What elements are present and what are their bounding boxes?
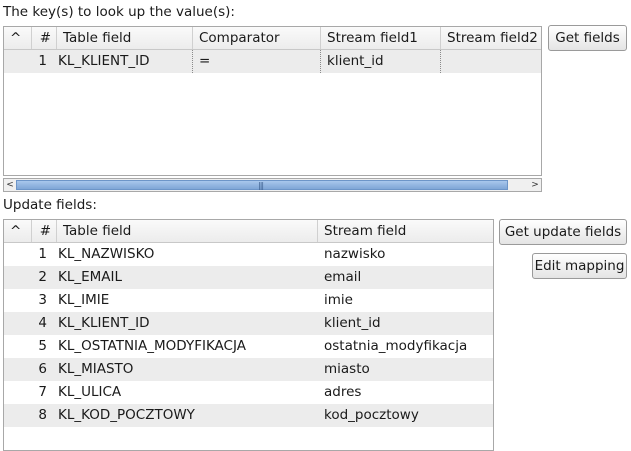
sort-column-header[interactable]: ^ bbox=[4, 220, 32, 242]
stream-field-cell[interactable]: kod_pocztowy bbox=[318, 404, 493, 427]
update-table-header: ^ # Table field Stream field bbox=[4, 220, 493, 243]
table-field-cell[interactable]: KL_KLIENT_ID bbox=[52, 50, 193, 73]
table-field-cell[interactable]: KL_MIASTO bbox=[52, 358, 318, 381]
row-number: 4 bbox=[38, 315, 47, 331]
row-number: 5 bbox=[38, 338, 47, 354]
edit-mapping-button[interactable]: Edit mapping bbox=[532, 253, 627, 279]
table-row[interactable]: 4 KL_KLIENT_ID klient_id bbox=[4, 312, 493, 335]
keys-table-horizontal-scrollbar[interactable]: < ||| > bbox=[3, 178, 542, 192]
stream-field2-column-header[interactable]: Stream field2 bbox=[441, 27, 541, 49]
table-field-cell[interactable]: KL_OSTATNIA_MODYFIKACJA bbox=[52, 335, 318, 358]
stream-field-cell[interactable]: ostatnia_modyfikacja bbox=[318, 335, 493, 358]
table-row[interactable]: 2 KL_EMAIL email bbox=[4, 266, 493, 289]
scroll-left-icon[interactable]: < bbox=[4, 179, 16, 191]
stream-field-cell[interactable]: nazwisko bbox=[318, 243, 493, 266]
table-row[interactable]: 5 KL_OSTATNIA_MODYFIKACJA ostatnia_modyfik… bbox=[4, 335, 493, 358]
stream-field-cell[interactable]: email bbox=[318, 266, 493, 289]
row-number: 1 bbox=[38, 246, 47, 262]
keys-table-header: ^ # Table field Comparator Stream field1… bbox=[4, 27, 541, 50]
scrollbar-thumb[interactable]: ||| bbox=[16, 180, 508, 190]
sort-column-header[interactable]: ^ bbox=[4, 27, 32, 49]
stream-field1-cell[interactable]: klient_id bbox=[321, 50, 441, 73]
table-field-cell[interactable]: KL_EMAIL bbox=[52, 266, 318, 289]
table-field-cell[interactable]: KL_KOD_POCZTOWY bbox=[52, 404, 318, 427]
row-number: 1 bbox=[38, 53, 47, 69]
table-row[interactable]: 1 KL_KLIENT_ID = klient_id bbox=[4, 50, 541, 73]
keys-section-label: The key(s) to look up the value(s): bbox=[3, 4, 235, 20]
comparator-cell[interactable]: = bbox=[193, 50, 321, 73]
row-number: 7 bbox=[38, 384, 47, 400]
get-update-fields-button[interactable]: Get update fields bbox=[499, 219, 627, 245]
row-number-column-header[interactable]: # bbox=[32, 27, 57, 49]
stream-field1-column-header[interactable]: Stream field1 bbox=[321, 27, 441, 49]
row-number: 6 bbox=[38, 361, 47, 377]
row-number-column-header[interactable]: # bbox=[32, 220, 57, 242]
comparator-column-header[interactable]: Comparator bbox=[193, 27, 321, 49]
update-fields-table[interactable]: ^ # Table field Stream field 1 KL_NAZWISK… bbox=[3, 219, 494, 451]
grip-icon: ||| bbox=[258, 181, 264, 190]
stream-field-column-header[interactable]: Stream field bbox=[318, 220, 493, 242]
get-fields-button[interactable]: Get fields bbox=[548, 25, 627, 51]
table-field-cell[interactable]: KL_KLIENT_ID bbox=[52, 312, 318, 335]
table-field-cell[interactable]: KL_IMIE bbox=[52, 289, 318, 312]
table-field-column-header[interactable]: Table field bbox=[57, 220, 318, 242]
stream-field2-cell[interactable] bbox=[441, 50, 541, 73]
row-number: 8 bbox=[38, 407, 47, 423]
stream-field-cell[interactable]: miasto bbox=[318, 358, 493, 381]
table-field-cell[interactable]: KL_NAZWISKO bbox=[52, 243, 318, 266]
table-row[interactable]: 1 KL_NAZWISKO nazwisko bbox=[4, 243, 493, 266]
keys-table[interactable]: ^ # Table field Comparator Stream field1… bbox=[3, 26, 542, 176]
update-section-label: Update fields: bbox=[3, 197, 97, 213]
table-field-cell[interactable]: KL_ULICA bbox=[52, 381, 318, 404]
stream-field-cell[interactable]: klient_id bbox=[318, 312, 493, 335]
scroll-right-icon[interactable]: > bbox=[529, 179, 541, 191]
table-row[interactable]: 8 KL_KOD_POCZTOWY kod_pocztowy bbox=[4, 404, 493, 427]
table-row[interactable]: 6 KL_MIASTO miasto bbox=[4, 358, 493, 381]
stream-field-cell[interactable]: imie bbox=[318, 289, 493, 312]
table-row[interactable]: 3 KL_IMIE imie bbox=[4, 289, 493, 312]
table-row[interactable]: 7 KL_ULICA adres bbox=[4, 381, 493, 404]
row-number: 3 bbox=[38, 292, 47, 308]
stream-field-cell[interactable]: adres bbox=[318, 381, 493, 404]
table-field-column-header[interactable]: Table field bbox=[57, 27, 193, 49]
row-number: 2 bbox=[38, 269, 47, 285]
